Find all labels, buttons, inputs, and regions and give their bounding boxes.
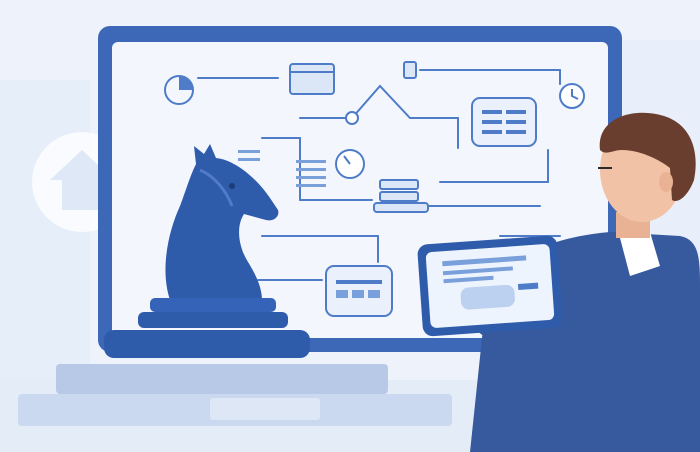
gauge-icon (335, 149, 365, 179)
illustration-scene (0, 0, 700, 452)
calendar-card-icon (325, 265, 393, 317)
business-strategy-illustration (0, 0, 700, 452)
clock-icon (559, 83, 585, 109)
pedestal (18, 364, 452, 426)
window-icon (289, 63, 335, 95)
document-card-icon (471, 97, 537, 147)
tablet-icon (417, 235, 563, 337)
